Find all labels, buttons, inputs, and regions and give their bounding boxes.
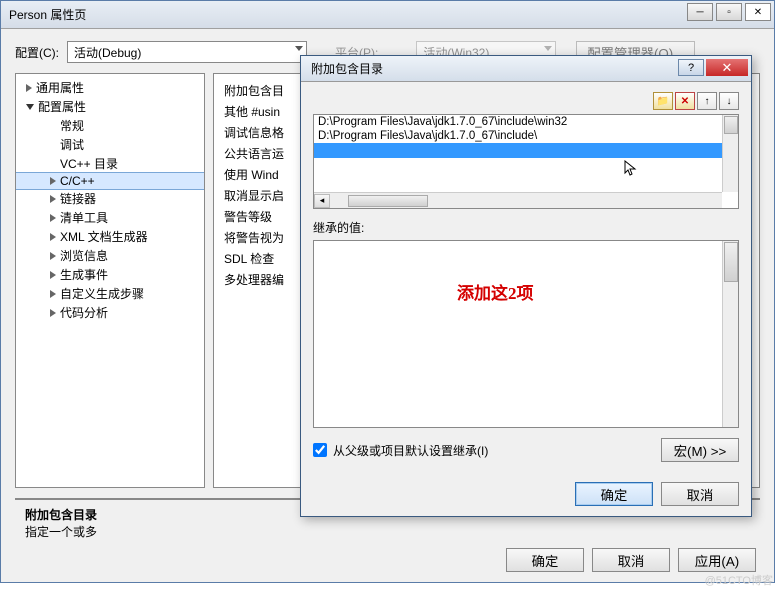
annotation-text: 添加这2项 <box>457 279 534 304</box>
minimize-button[interactable]: ─ <box>687 3 713 21</box>
tree-label: 浏览信息 <box>60 247 108 264</box>
tree-item[interactable]: 自定义生成步骤 <box>16 284 204 303</box>
delete-icon[interactable]: ✕ <box>675 92 695 110</box>
main-titlebar[interactable]: Person 属性页 ─ ▫ ✕ <box>1 1 774 29</box>
tree-item[interactable]: 通用属性 <box>16 78 204 97</box>
expand-icon[interactable] <box>50 214 56 222</box>
expand-icon[interactable] <box>50 233 56 241</box>
vertical-scrollbar[interactable] <box>722 115 738 192</box>
tree-label: 自定义生成步骤 <box>60 285 144 302</box>
tree-label: 代码分析 <box>60 304 108 321</box>
path-entry[interactable]: D:\Program Files\Java\jdk1.7.0_67\includ… <box>314 115 738 129</box>
tree-item[interactable]: 链接器 <box>16 189 204 208</box>
tree-label: 配置属性 <box>38 98 86 115</box>
tree-label: 生成事件 <box>60 266 108 283</box>
tree-item[interactable]: 配置属性 <box>16 97 204 116</box>
cursor-icon <box>624 160 638 178</box>
macros-button[interactable]: 宏(M) >> <box>661 438 739 462</box>
tree-item[interactable]: 常规 <box>16 116 204 135</box>
horizontal-scrollbar[interactable]: ◂ <box>314 192 722 208</box>
inherit-checkbox[interactable] <box>313 443 327 457</box>
dialog-close-button[interactable]: ✕ <box>706 59 748 76</box>
dialog-cancel-button[interactable]: 取消 <box>661 482 739 506</box>
expand-icon[interactable] <box>26 104 34 110</box>
main-title: Person 属性页 <box>9 6 86 23</box>
expand-icon[interactable] <box>50 309 56 317</box>
close-button[interactable]: ✕ <box>745 3 771 21</box>
maximize-button[interactable]: ▫ <box>716 3 742 21</box>
watermark: @51CTO博客 <box>705 572 773 588</box>
tree-item[interactable]: 生成事件 <box>16 265 204 284</box>
tree-label: 链接器 <box>60 190 96 207</box>
tree-label: C/C++ <box>60 174 95 188</box>
tree-item[interactable]: 调试 <box>16 135 204 154</box>
vertical-scrollbar[interactable] <box>722 241 738 427</box>
config-value: 活动(Debug) <box>74 44 141 61</box>
expand-icon[interactable] <box>50 271 56 279</box>
chevron-down-icon <box>295 46 303 51</box>
inherit-checkbox-label: 从父级或项目默认设置继承(I) <box>333 442 488 459</box>
tree-item[interactable]: 代码分析 <box>16 303 204 322</box>
dialog-title: 附加包含目录 <box>311 60 383 77</box>
tree-label: 通用属性 <box>36 79 84 96</box>
tree-item[interactable]: XML 文档生成器 <box>16 227 204 246</box>
expand-icon[interactable] <box>50 177 56 185</box>
expand-icon[interactable] <box>26 84 32 92</box>
inherit-checkbox-wrap[interactable]: 从父级或项目默认设置继承(I) <box>313 442 488 459</box>
new-folder-icon[interactable]: 📁 <box>653 92 673 110</box>
path-entry[interactable]: D:\Program Files\Java\jdk1.7.0_67\includ… <box>314 129 738 143</box>
category-tree[interactable]: 通用属性配置属性常规调试 VC++ 目录 C/C++ 链接器清单工具 XML 文档生成器… <box>15 73 205 488</box>
tree-item[interactable]: 浏览信息 <box>16 246 204 265</box>
move-down-icon[interactable]: ↓ <box>719 92 739 110</box>
include-dirs-dialog: 附加包含目录 ? ✕ 📁 ✕ ↑ ↓ D:\Program Files\Java… <box>300 55 752 517</box>
tree-label: 常规 <box>60 117 84 134</box>
expand-icon[interactable] <box>50 195 56 203</box>
prop-footer-title: 附加包含目录 <box>25 508 97 522</box>
apply-button[interactable]: 应用(A) <box>678 548 756 572</box>
config-dropdown[interactable]: 活动(Debug) <box>67 41 307 63</box>
prop-footer-desc: 指定一个或多 <box>25 523 750 540</box>
tree-label: XML 文档生成器 <box>60 228 148 245</box>
tree-item[interactable]: C/C++ <box>16 173 204 189</box>
tree-label: VC++ 目录 <box>60 155 118 172</box>
move-up-icon[interactable]: ↑ <box>697 92 717 110</box>
path-entry-selected[interactable] <box>314 143 738 158</box>
cancel-button[interactable]: 取消 <box>592 548 670 572</box>
config-label: 配置(C): <box>15 44 59 61</box>
tree-label: 清单工具 <box>60 209 108 226</box>
inherited-label: 继承的值: <box>313 219 739 236</box>
path-toolbar: 📁 ✕ ↑ ↓ <box>313 92 739 110</box>
tree-item[interactable]: 清单工具 <box>16 208 204 227</box>
inherited-listbox[interactable]: 添加这2项 <box>313 240 739 428</box>
expand-icon[interactable] <box>50 290 56 298</box>
chevron-down-icon <box>544 46 552 51</box>
tree-item[interactable]: VC++ 目录 <box>16 154 204 173</box>
dialog-ok-button[interactable]: 确定 <box>575 482 653 506</box>
ok-button[interactable]: 确定 <box>506 548 584 572</box>
dialog-titlebar[interactable]: 附加包含目录 ? ✕ <box>301 56 751 82</box>
tree-label: 调试 <box>60 136 84 153</box>
path-listbox[interactable]: D:\Program Files\Java\jdk1.7.0_67\includ… <box>313 114 739 209</box>
expand-icon[interactable] <box>50 252 56 260</box>
help-button[interactable]: ? <box>678 59 704 76</box>
